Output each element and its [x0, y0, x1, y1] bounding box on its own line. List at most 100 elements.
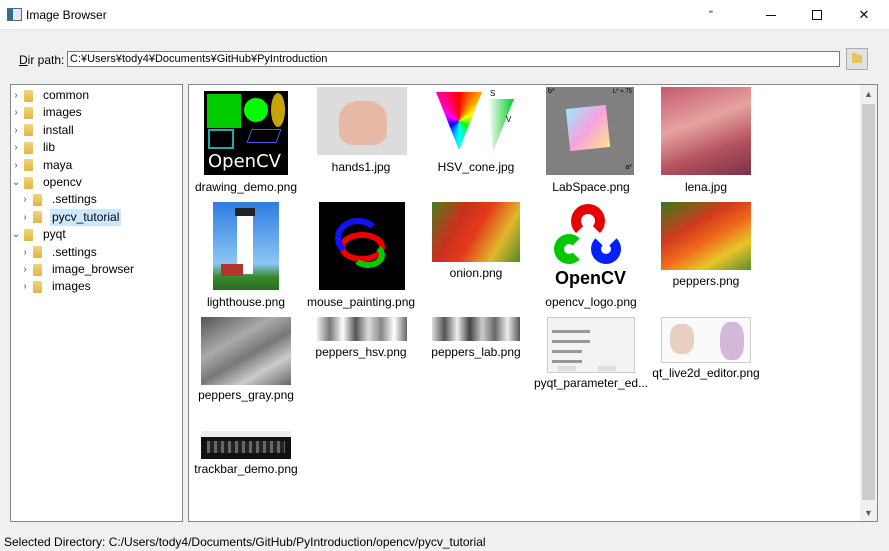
- thumbnail-image[interactable]: [213, 202, 279, 290]
- tree-item-label: images: [43, 105, 82, 120]
- tree-item-label: lib: [43, 140, 56, 155]
- directory-tree[interactable]: › common › images › install › lib › maya ⌄ opencv ›.…: [10, 84, 183, 522]
- app-icon: [7, 8, 22, 21]
- chevron-right-icon[interactable]: ›: [12, 107, 20, 118]
- thumbnail-caption: lena.jpg: [684, 180, 728, 194]
- maximize-button[interactable]: [794, 0, 840, 30]
- tree-item[interactable]: › pycv_tutorial: [11, 208, 182, 226]
- tree-item[interactable]: › .settings: [11, 191, 182, 208]
- tree-item[interactable]: › lib: [11, 139, 182, 156]
- chevron-right-icon[interactable]: ›: [21, 281, 29, 292]
- opencv-logo-text: OpenCV: [555, 268, 627, 288]
- thumbnail-caption: drawing_demo.png: [194, 180, 298, 194]
- dir-path-label-text: ir path:: [27, 53, 65, 67]
- maximize-icon: [812, 10, 822, 20]
- thumbnail-image[interactable]: [661, 202, 751, 270]
- tree-item[interactable]: ⌄ pyqt: [11, 226, 182, 243]
- folder-icon: [24, 141, 33, 154]
- chevron-right-icon[interactable]: ›: [12, 90, 20, 101]
- folder-icon: [24, 106, 33, 119]
- tree-item-label: pyqt: [43, 227, 66, 242]
- thumbnail-caption: LabSpace.png: [552, 180, 630, 194]
- thumbnail-caption: peppers_gray.png: [198, 388, 294, 402]
- thumbnail-image[interactable]: [319, 202, 405, 290]
- scrollbar-thumb[interactable]: [862, 104, 875, 500]
- title-glyph: ": [709, 9, 713, 21]
- chevron-down-icon[interactable]: ⌄: [12, 229, 20, 240]
- thumbnail-caption: hands1.jpg: [331, 160, 391, 174]
- thumbnail-caption: onion.png: [449, 266, 503, 280]
- thumbnail-image[interactable]: S V: [432, 89, 519, 159]
- scroll-up-icon[interactable]: ▲: [860, 85, 877, 102]
- folder-icon: [24, 228, 33, 241]
- close-button[interactable]: ✕: [841, 0, 887, 30]
- labspace-b-label: b*: [548, 88, 555, 95]
- thumbnail-image[interactable]: [661, 317, 751, 363]
- browse-folder-button[interactable]: [846, 48, 868, 70]
- tree-item-label: .settings: [52, 192, 97, 207]
- thumbnail-image[interactable]: [432, 317, 520, 341]
- tree-item-label: opencv: [43, 175, 82, 189]
- tree-item[interactable]: ⌄ opencv: [11, 174, 182, 191]
- tree-item[interactable]: › image_browser: [11, 261, 182, 278]
- folder-icon: [852, 53, 862, 63]
- title-bar: Image Browser " ✕: [0, 0, 889, 30]
- chevron-right-icon[interactable]: ›: [21, 212, 29, 223]
- thumbnail-caption: lighthouse.png: [206, 295, 286, 309]
- thumbnail-caption: opencv_logo.png: [545, 295, 637, 309]
- tree-item[interactable]: › images: [11, 278, 182, 295]
- thumbnail-caption: mouse_painting.png: [306, 295, 416, 309]
- hsv-s-label: S: [490, 89, 496, 98]
- scroll-down-icon[interactable]: ▼: [860, 504, 877, 521]
- thumbnail-image[interactable]: [201, 431, 291, 459]
- thumbnail-image[interactable]: [317, 87, 407, 155]
- folder-icon: [24, 124, 33, 137]
- chevron-down-icon[interactable]: ⌄: [12, 177, 20, 188]
- tree-item[interactable]: › install: [11, 122, 182, 139]
- thumbnail-image[interactable]: [547, 317, 635, 373]
- thumbnail-image[interactable]: [317, 317, 407, 341]
- thumbnail-image[interactable]: [661, 87, 751, 175]
- image-gallery[interactable]: ▲ ▼ OpenCV drawing_demo.png hands1.jpg S…: [188, 84, 878, 522]
- tree-item[interactable]: › .settings: [11, 244, 182, 261]
- chevron-right-icon[interactable]: ›: [12, 142, 20, 153]
- tree-item[interactable]: › images: [11, 104, 182, 121]
- chevron-right-icon[interactable]: ›: [12, 160, 20, 171]
- thumbnail-caption: trackbar_demo.png: [194, 462, 298, 476]
- opencv-text: OpenCV: [208, 151, 281, 172]
- window-title: Image Browser: [26, 8, 107, 22]
- thumbnail-image[interactable]: [432, 202, 520, 262]
- thumbnail-caption: peppers_hsv.png: [315, 345, 407, 359]
- chevron-right-icon[interactable]: ›: [21, 247, 29, 258]
- minimize-button[interactable]: [748, 0, 794, 30]
- status-bar-text: Selected Directory: C:/Users/tody4/Docum…: [4, 535, 486, 549]
- dir-path-input[interactable]: C:¥Users¥tody4¥Documents¥GitHub¥PyIntrod…: [67, 51, 840, 67]
- thumbnail-caption: peppers_lab.png: [431, 345, 521, 359]
- tree-item-label: pycv_tutorial: [50, 208, 122, 226]
- folder-icon: [24, 89, 33, 102]
- dir-path-accelerator: D: [19, 53, 28, 67]
- tree-item-label: images: [52, 279, 91, 294]
- folder-icon: [24, 159, 33, 172]
- thumbnail-caption: qt_live2d_editor.png: [652, 366, 760, 380]
- chevron-right-icon[interactable]: ›: [21, 264, 29, 275]
- thumbnail-caption: peppers.png: [672, 274, 740, 288]
- folder-icon: [33, 280, 42, 293]
- chevron-right-icon[interactable]: ›: [12, 125, 20, 136]
- tree-item[interactable]: › maya: [11, 157, 182, 174]
- tree-item-label: image_browser: [52, 262, 135, 276]
- hsv-v-label: V: [506, 115, 512, 124]
- tree-item-label: maya: [43, 157, 73, 172]
- folder-icon: [33, 263, 42, 276]
- labspace-l-label: L* = 75: [612, 89, 632, 95]
- vertical-scrollbar[interactable]: ▲ ▼: [860, 85, 877, 521]
- thumbnail-image[interactable]: OpenCV: [204, 91, 288, 175]
- thumbnail-image[interactable]: b* L* = 75 a*: [546, 87, 634, 175]
- chevron-right-icon[interactable]: ›: [21, 194, 29, 205]
- folder-icon: [24, 176, 33, 189]
- thumbnail-caption: HSV_cone.jpg: [437, 160, 515, 174]
- thumbnail-image[interactable]: [201, 317, 291, 385]
- labspace-a-label: a*: [625, 164, 632, 171]
- thumbnail-image[interactable]: OpenCV: [549, 202, 629, 290]
- tree-item[interactable]: › common: [11, 87, 182, 104]
